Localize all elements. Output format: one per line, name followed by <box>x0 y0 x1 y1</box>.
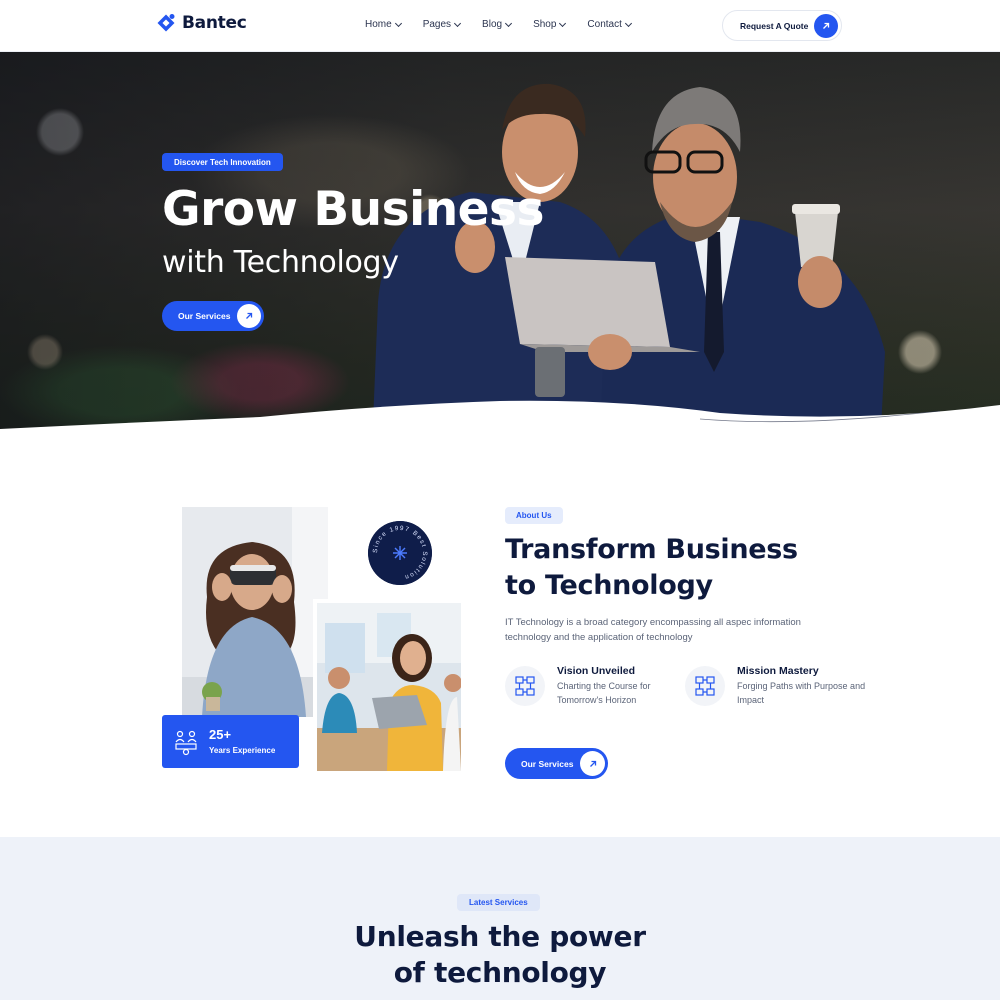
nav-blog-label: Blog <box>482 19 503 30</box>
nav-contact[interactable]: Contact <box>587 19 632 30</box>
logo[interactable]: Bantec <box>156 13 247 33</box>
nav-home[interactable]: Home <box>365 19 402 30</box>
about-title-line2: to Technology <box>505 570 713 601</box>
feature-vision-desc: Charting the Course for Tomorrow's Horiz… <box>557 681 651 705</box>
nav-pages-label: Pages <box>422 19 452 30</box>
office-team-image <box>313 599 465 775</box>
feature-mission-title: Mission Mastery <box>737 665 819 677</box>
services-section: Latest Services Unleash the power of tec… <box>0 837 1000 1000</box>
about-title: Transform Business to Technology <box>505 532 835 604</box>
nav-shop[interactable]: Shop <box>533 19 567 30</box>
nav-pages[interactable]: Pages <box>422 19 462 30</box>
about-our-services-button[interactable]: Our Services <box>505 748 608 779</box>
arrow-up-right-icon <box>237 304 261 328</box>
chevron-down-icon <box>505 19 513 27</box>
nav-shop-label: Shop <box>533 19 557 30</box>
feature-mission: Mission Mastery Forging Paths with Purpo… <box>685 664 865 708</box>
chevron-down-icon <box>394 19 402 27</box>
hero-tag: Discover Tech Innovation <box>162 153 283 171</box>
services-title-line1: Unleash the power <box>354 920 646 953</box>
experience-label: Years Experience <box>209 746 276 755</box>
arrow-up-right-icon <box>580 751 605 776</box>
hero-image-businessmen <box>372 83 885 447</box>
nav-home-label: Home <box>365 19 392 30</box>
hero-our-services-button[interactable]: Our Services <box>162 301 264 331</box>
experience-card: 25+ Years Experience <box>162 715 299 768</box>
network-icon <box>685 666 725 706</box>
hero-wave-divider <box>0 400 1000 447</box>
services-title: Unleash the power of technology <box>0 919 1000 991</box>
feature-mission-desc: Forging Paths with Purpose and Impact <box>737 681 866 705</box>
main-nav: Home Pages Blog Shop Contact <box>365 19 653 30</box>
services-tag: Latest Services <box>457 894 540 911</box>
site-header: Bantec Home Pages Blog Shop Contact Requ… <box>0 0 1000 52</box>
hero-title: Grow Business <box>162 182 544 237</box>
chevron-down-icon <box>559 19 567 27</box>
feature-vision-title: Vision Unveiled <box>557 665 635 677</box>
chevron-down-icon <box>624 19 632 27</box>
hero-subtitle: with Technology <box>162 245 399 280</box>
about-description: IT Technology is a broad category encomp… <box>505 617 801 643</box>
hero-button-label: Our Services <box>178 311 231 321</box>
logo-text: Bantec <box>182 13 247 33</box>
about-title-line1: Transform Business <box>505 534 798 565</box>
about-button-label: Our Services <box>521 758 574 769</box>
nav-contact-label: Contact <box>587 19 622 30</box>
hero-section: Discover Tech Innovation Grow Business w… <box>0 52 1000 447</box>
vr-headset-woman-image <box>182 507 328 717</box>
network-icon <box>505 666 545 706</box>
chevron-down-icon <box>454 19 462 27</box>
nav-blog[interactable]: Blog <box>482 19 513 30</box>
since-1997-badge: Since 1997 Best Solution <box>368 521 432 585</box>
request-quote-button[interactable]: Request A Quote <box>722 10 842 41</box>
logo-icon <box>157 14 175 32</box>
about-tag: About Us <box>505 507 563 524</box>
feature-vision: Vision Unveiled Charting the Course for … <box>505 664 675 708</box>
request-quote-label: Request A Quote <box>740 20 809 31</box>
services-title-line2: of technology <box>393 956 607 989</box>
experience-number: 25+ <box>209 727 232 742</box>
team-icon <box>175 730 197 756</box>
arrow-up-right-icon <box>814 14 838 38</box>
